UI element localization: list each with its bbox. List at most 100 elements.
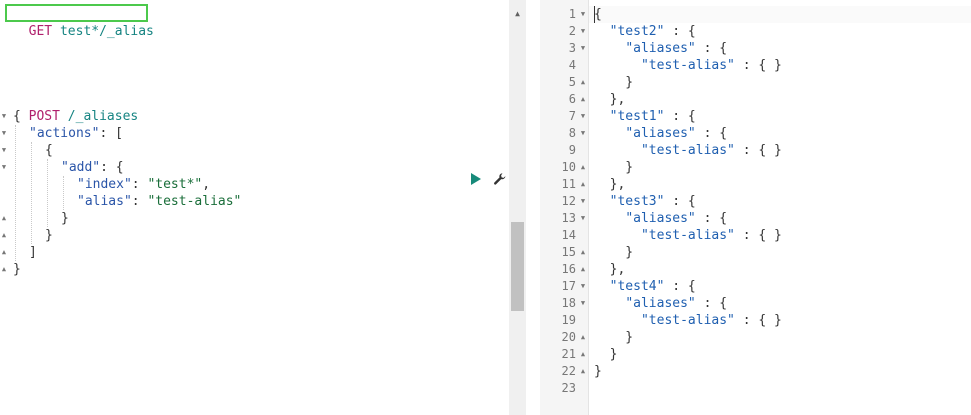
fold-end-icon[interactable]: ▲ [579,363,587,380]
scroll-up-icon[interactable]: ▲ [509,8,526,20]
response-line: "test-alias" : { } [640,143,782,158]
fold-end-icon[interactable]: ▲ [579,261,587,278]
response-line: "aliases" : { [625,126,728,141]
line-number: 11 [561,177,576,191]
response-line: "test-alias" : { } [640,228,782,243]
line-number: 13 [561,211,576,225]
response-line: }, [594,177,626,192]
fold-collapse-icon[interactable]: ▼ [579,210,587,227]
fold-collapse-icon[interactable]: ▼ [579,23,587,40]
response-line: "test-alias" : { } [640,58,782,73]
get-request-line[interactable]: GET test*/_alias [13,6,154,39]
fold-toggle-icon[interactable]: ▲ [0,244,8,261]
fold-collapse-icon[interactable]: ▼ [579,40,587,57]
fold-end-icon[interactable]: ▲ [579,176,587,193]
response-line: "aliases" : { [625,296,728,311]
response-line: } [594,75,634,90]
line-number: 12 [561,194,576,208]
line-number: 23 [561,381,576,395]
fold-end-icon[interactable]: ▲ [579,244,587,261]
get-path: test*/_alias [59,24,154,39]
indent-guide [31,142,32,244]
fold-toggle-icon[interactable]: ▼ [0,108,8,125]
fold-end-icon[interactable]: ▲ [579,91,587,108]
body-line[interactable]: "add": { [61,159,124,176]
open-object: { [45,143,53,158]
body-line[interactable]: } [61,210,69,227]
index-value: "test*" [147,177,203,192]
body-line[interactable]: { [45,142,53,159]
line-number: 1 [568,7,576,21]
body-line[interactable]: "actions": [ [29,125,123,142]
line-number: 7 [568,109,576,123]
response-line: }, [594,92,626,107]
response-line: "test1" : { [609,109,696,124]
index-sep: : [131,177,148,192]
wrench-icon[interactable] [493,172,507,186]
close-inner: } [61,211,69,226]
fold-collapse-icon[interactable]: ▼ [579,125,587,142]
line-number: 14 [561,228,576,242]
fold-end-icon[interactable]: ▲ [579,74,587,91]
response-line: "test-alias" : { } [640,313,782,328]
fold-toggle-icon[interactable]: ▼ [0,142,8,159]
scrollbar-thumb[interactable] [511,222,524,311]
add-sep: : { [100,160,124,175]
play-icon[interactable] [470,172,482,186]
line-number: 4 [568,58,576,72]
response-line: } [594,160,634,175]
line-number: 6 [568,92,576,106]
comma: , [202,177,211,192]
fold-toggle-icon[interactable]: ▼ [0,125,8,142]
line-number: 2 [568,24,576,38]
editor-scrollbar[interactable] [509,0,526,415]
close-brace: } [13,262,21,277]
body-line[interactable]: ] [29,244,37,261]
line-number: 21 [561,347,576,361]
line-number: 8 [568,126,576,140]
text-cursor [594,6,595,23]
line-number: 22 [561,364,576,378]
post-path: /_aliases [67,109,139,124]
response-line: }, [594,262,626,277]
body-line[interactable]: } [13,261,21,278]
body-line[interactable]: "alias": "test-alias" [77,193,241,210]
indent-guide [47,159,48,227]
response-line: "test3" : { [609,194,696,209]
response-line: "test4" : { [609,279,696,294]
post-request-line[interactable]: POST /_aliases [13,91,139,124]
fold-end-icon[interactable]: ▲ [579,329,587,346]
line-number: 18 [561,296,576,310]
fold-toggle-icon[interactable]: ▼ [0,159,8,176]
close-bracket: ] [29,245,37,260]
add-key: "add" [61,160,101,175]
index-key: "index" [77,177,132,192]
fold-end-icon[interactable]: ▲ [579,159,587,176]
fold-collapse-icon[interactable]: ▼ [579,193,587,210]
line-number: 19 [561,313,576,327]
close-object: } [45,228,53,243]
fold-collapse-icon[interactable]: ▼ [579,108,587,125]
line-number: 20 [561,330,576,344]
post-method: POST [28,109,60,124]
body-line[interactable]: "index": "test*", [77,176,210,193]
fold-end-icon[interactable]: ▲ [579,346,587,363]
active-line-highlight [589,6,971,23]
fold-collapse-icon[interactable]: ▼ [579,6,587,23]
fold-toggle-icon[interactable]: ▲ [0,261,8,278]
fold-toggle-icon[interactable]: ▲ [0,210,8,227]
response-line: } [594,364,602,379]
actions-key: "actions" [29,126,100,141]
open-brace: { [13,109,21,124]
line-number: 15 [561,245,576,259]
response-line: "test2" : { [609,24,696,39]
response-line: } [594,245,634,260]
body-line[interactable]: } [45,227,53,244]
fold-toggle-icon[interactable]: ▲ [0,227,8,244]
indent-guide [15,125,16,261]
response-line: "aliases" : { [625,41,728,56]
fold-collapse-icon[interactable]: ▼ [579,278,587,295]
body-line[interactable]: { [13,108,21,125]
response-line: { [594,7,602,22]
fold-collapse-icon[interactable]: ▼ [579,295,587,312]
